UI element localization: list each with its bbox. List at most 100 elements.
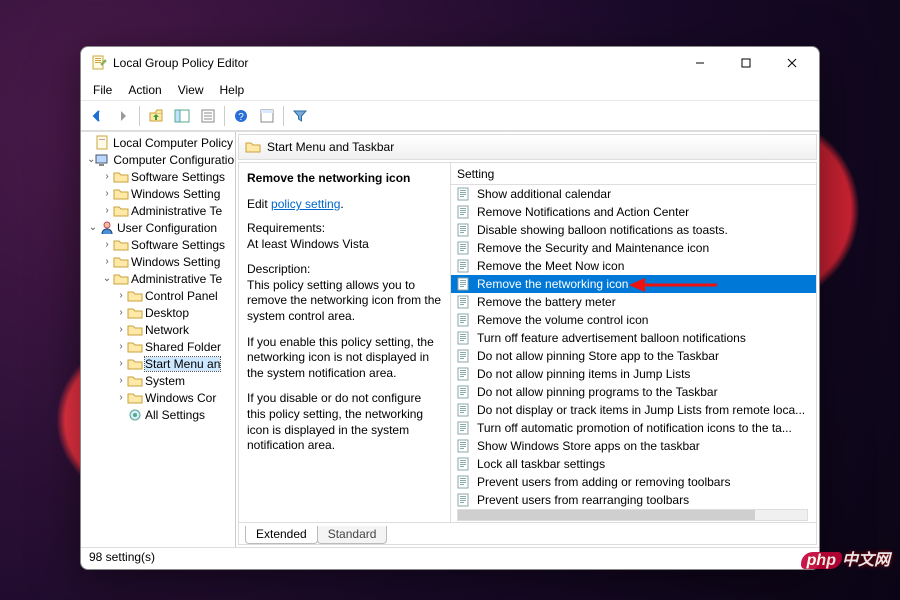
tree-item[interactable]: System [145,374,185,388]
chevron-right-icon[interactable]: › [115,307,127,318]
menu-file[interactable]: File [85,81,120,99]
back-button[interactable] [85,104,109,128]
titlebar[interactable]: Local Group Policy Editor [81,47,819,79]
up-button[interactable] [144,104,168,128]
chevron-down-icon[interactable]: ⌄ [101,273,113,284]
horizontal-scrollbar[interactable] [457,509,808,521]
chevron-right-icon[interactable]: › [115,324,127,335]
tree-item[interactable]: Shared Folder [145,340,221,354]
watermark-badge: php [801,552,842,569]
setting-label: Do not allow pinning programs to the Tas… [477,385,718,399]
setting-row[interactable]: Do not display or track items in Jump Li… [451,401,816,419]
setting-row[interactable]: Remove the battery meter [451,293,816,311]
setting-row[interactable]: Disable showing balloon notifications as… [451,221,816,239]
setting-row[interactable]: Do not allow pinning programs to the Tas… [451,383,816,401]
chevron-right-icon[interactable]: › [115,375,127,386]
tree-item[interactable]: Software Settings [131,170,225,184]
view-tabs: Extended Standard [238,523,817,545]
menu-action[interactable]: Action [120,81,169,99]
toolbar-separator [224,106,225,126]
minimize-button[interactable] [677,48,723,78]
window-title: Local Group Policy Editor [113,56,677,70]
user-icon [99,220,115,236]
edit-policy-link[interactable]: policy setting [271,197,340,211]
tree-user-config[interactable]: User Configuration [117,221,217,235]
menu-help[interactable]: Help [212,81,253,99]
chevron-down-icon[interactable]: ⌄ [87,222,99,233]
tree-item-selected[interactable]: Start Menu an [145,357,220,371]
close-button[interactable] [769,48,815,78]
chevron-down-icon[interactable]: ⌄ [87,154,95,165]
column-header[interactable]: Setting [451,163,816,185]
setting-row[interactable]: Show additional calendar [451,185,816,203]
scrollbar-thumb[interactable] [458,510,755,520]
forward-button[interactable] [111,104,135,128]
setting-row[interactable]: Remove Notifications and Action Center [451,203,816,221]
tree-pane[interactable]: Local Computer Policy ⌄ Computer Configur… [81,132,236,547]
setting-label: Turn off automatic promotion of notifica… [477,421,792,435]
folder-icon [127,390,143,406]
show-hide-tree-button[interactable] [170,104,194,128]
maximize-button[interactable] [723,48,769,78]
tree-item[interactable]: Windows Cor [145,391,216,405]
tree-admin-templates[interactable]: Administrative Te [131,272,222,286]
properties-button[interactable] [196,104,220,128]
policy-icon [457,241,471,255]
chevron-right-icon[interactable]: › [115,290,127,301]
setting-row[interactable]: Do not allow pinning items in Jump Lists [451,365,816,383]
tab-extended[interactable]: Extended [245,526,318,544]
menu-view[interactable]: View [170,81,212,99]
computer-icon [95,152,111,168]
policy-icon [457,187,471,201]
desc-text-2: If you enable this policy setting, the n… [247,335,442,382]
chevron-right-icon[interactable]: › [101,256,113,267]
setting-row[interactable]: Show Windows Store apps on the taskbar [451,437,816,455]
tree-root[interactable]: Local Computer Policy [113,136,233,150]
setting-label: Show Windows Store apps on the taskbar [477,439,700,453]
chevron-right-icon[interactable]: › [115,341,127,352]
setting-row[interactable]: Prevent users from adding or removing to… [451,473,816,491]
desc-label: Description: [247,262,310,276]
tree-item[interactable]: Network [145,323,189,337]
chevron-right-icon[interactable]: › [101,171,113,182]
folder-icon [113,237,129,253]
tab-standard[interactable]: Standard [317,526,388,544]
filter-button[interactable] [288,104,312,128]
setting-row[interactable]: Prevent users from rearranging toolbars [451,491,816,509]
help-button[interactable]: ? [229,104,253,128]
setting-row[interactable]: Remove the networking icon [451,275,816,293]
folder-icon [245,139,261,155]
export-button[interactable] [255,104,279,128]
tree-computer-config[interactable]: Computer Configuratio [113,153,234,167]
detail-title: Remove the networking icon [247,171,442,185]
setting-row[interactable]: Remove the Meet Now icon [451,257,816,275]
chevron-right-icon[interactable]: › [115,358,127,369]
setting-label: Remove the volume control icon [477,313,648,327]
setting-label: Remove the Security and Maintenance icon [477,241,709,255]
policy-icon [457,205,471,219]
settings-rows[interactable]: Show additional calendarRemove Notificat… [451,185,816,522]
setting-row[interactable]: Do not allow pinning Store app to the Ta… [451,347,816,365]
chevron-right-icon[interactable]: › [101,205,113,216]
watermark: php中文网 [801,546,890,570]
setting-row[interactable]: Turn off feature advertisement balloon n… [451,329,816,347]
tree-item[interactable]: All Settings [145,408,205,422]
setting-row[interactable]: Turn off automatic promotion of notifica… [451,419,816,437]
chevron-right-icon[interactable]: › [101,239,113,250]
policy-icon [95,135,111,151]
setting-label: Remove the networking icon [477,277,628,291]
chevron-right-icon[interactable]: › [101,188,113,199]
tree-item[interactable]: Desktop [145,306,189,320]
tree-item[interactable]: Control Panel [145,289,218,303]
folder-icon [113,169,129,185]
tree-item[interactable]: Software Settings [131,238,225,252]
tree-item[interactable]: Windows Setting [131,187,220,201]
policy-icon [457,493,471,507]
chevron-right-icon[interactable]: › [115,392,127,403]
watermark-text: 中文网 [842,552,890,569]
setting-row[interactable]: Lock all taskbar settings [451,455,816,473]
setting-row[interactable]: Remove the Security and Maintenance icon [451,239,816,257]
tree-item[interactable]: Windows Setting [131,255,220,269]
tree-item[interactable]: Administrative Te [131,204,222,218]
setting-row[interactable]: Remove the volume control icon [451,311,816,329]
